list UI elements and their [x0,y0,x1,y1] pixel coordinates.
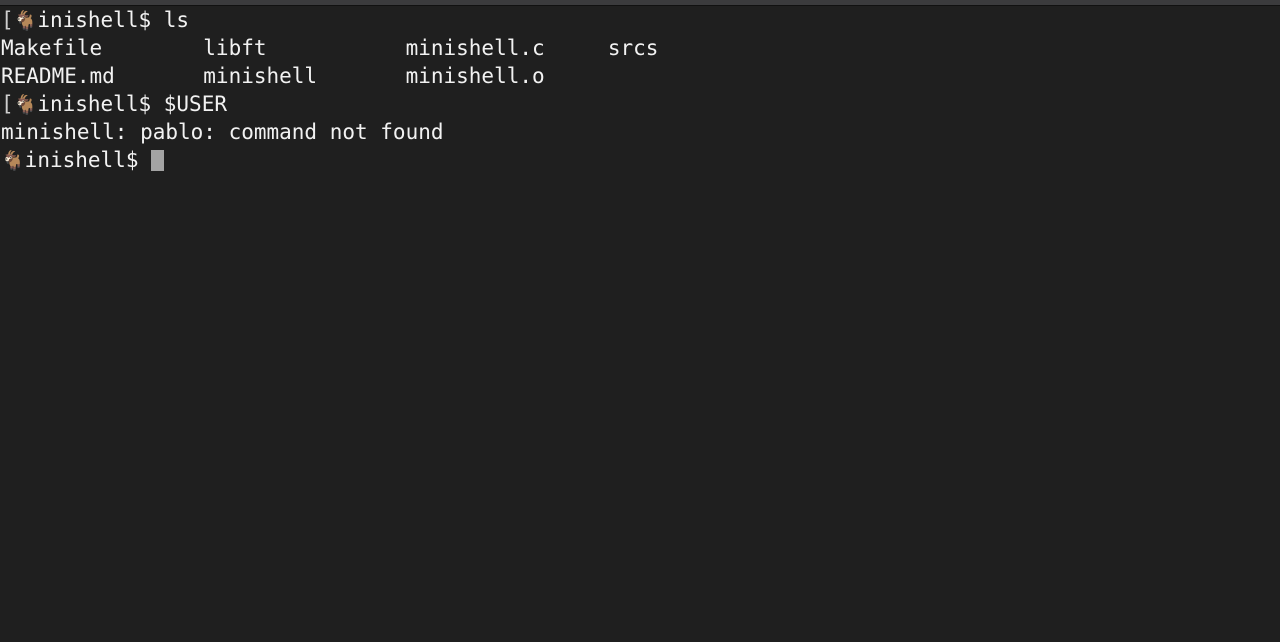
goat-icon: 🐐 [1,150,25,172]
terminal-line-ls-output-row-1: Makefile libft minishell.c srcs [1,36,659,60]
command-text: $USER [163,92,227,116]
terminal-line-active-prompt: 🐐inishell$ [0,146,1280,174]
command-text: ls [163,8,190,32]
goat-icon: 🐐 [13,10,38,32]
terminal-line-prompt-ls: [🐐inishell$ ls [0,6,1280,34]
prompt-bracket: [ [1,8,14,32]
terminal-line-ls-output-row-2: README.md minishell minishell.o [1,64,545,88]
terminal-line-prompt-user: [🐐inishell$ $USER [0,90,1280,118]
text-cursor [151,150,165,171]
terminal-screen[interactable]: [🐐inishell$ ls Makefile libft minishell.… [0,6,1280,642]
goat-icon: 🐐 [13,94,38,116]
prompt-bracket: [ [1,92,14,116]
terminal-line-error-output: minishell: pablo: command not found [1,120,444,144]
prompt-text: inishell$ [37,92,164,116]
prompt-text: inishell$ [37,8,164,32]
prompt-text: inishell$ [24,148,152,172]
